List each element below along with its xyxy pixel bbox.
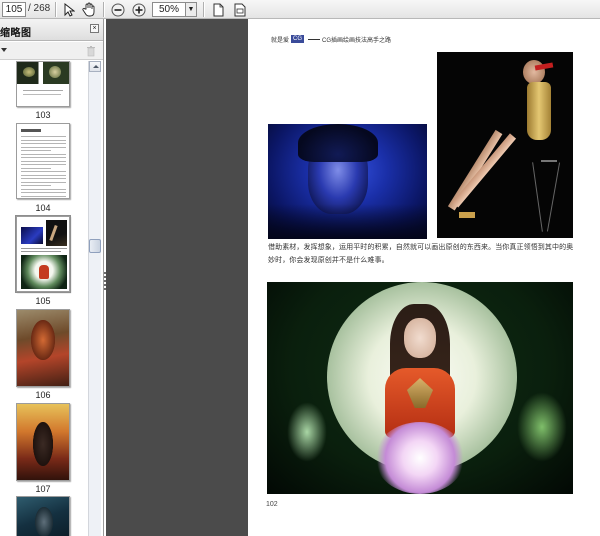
thumbnail-image (23, 67, 35, 77)
thumbnail-image (39, 265, 49, 279)
thumbnail-text-line (21, 146, 66, 148)
thumbnail-page-number: 105 (35, 296, 51, 306)
thumbnail-text-line (21, 178, 66, 179)
toolbar-divider (55, 2, 56, 17)
toolbar: 105 / 268 50% ▼ (0, 0, 600, 19)
fit-width-button[interactable] (232, 0, 248, 19)
thumbnail-text-line (21, 153, 66, 155)
page-thumbnail[interactable] (16, 309, 70, 387)
thumbnail-text-line (21, 192, 66, 193)
thumbnail-text-line (21, 181, 66, 183)
thumbnail-text-line (21, 139, 66, 141)
zoom-out-icon (111, 3, 125, 16)
thumbnail-text-line (21, 171, 66, 172)
thumbnail-image (21, 227, 43, 244)
page-thumbnail[interactable] (16, 496, 70, 536)
thumbnail-toolbar (0, 42, 103, 60)
page-number-input[interactable]: 105 (2, 2, 26, 17)
header-tag: CG (291, 35, 305, 43)
page-thumbnail-current[interactable] (15, 215, 71, 293)
thumbnail-heading (21, 129, 41, 132)
header-rule (308, 38, 321, 40)
zoom-out-button[interactable] (109, 0, 127, 19)
thumbnail-text-line (21, 160, 66, 162)
thumbnail-text-line (21, 174, 66, 176)
hand-tool-button[interactable] (80, 0, 98, 19)
thumbnail-text-line (21, 251, 61, 252)
toolbar-divider (203, 2, 204, 17)
options-menu-icon[interactable] (1, 48, 7, 52)
zoom-in-icon (132, 3, 146, 16)
page-running-header: 就是爱 CG CG插画绘画技法高手之路 (271, 34, 411, 44)
thumbnail-text-line (21, 164, 66, 165)
thumbnail-image (46, 220, 67, 246)
zoom-level-input[interactable]: 50% (152, 2, 186, 17)
thumbnail-text-line (21, 150, 51, 151)
gold-dress-photo (437, 52, 573, 238)
trash-icon[interactable] (86, 45, 96, 57)
panel-close-icon[interactable]: × (90, 24, 99, 33)
thumbnail-text-line (23, 94, 61, 95)
thumbnail-image (31, 320, 55, 360)
thumbnail-page-number: 107 (35, 484, 51, 494)
thumbnail-text-line (21, 157, 66, 158)
page-total: / 268 (28, 3, 51, 14)
thumbnail-text-line (21, 143, 66, 144)
blue-portrait-illustration (268, 124, 427, 239)
thumbnail-text-line (21, 136, 66, 137)
fit-page-button[interactable] (210, 0, 226, 19)
body-paragraph: 借助素材，发挥想象，运用平时的积累，自然就可以画出原创的东西来。当你真正领悟到其… (268, 243, 574, 264)
thumbnail-page-number: 104 (35, 203, 51, 213)
select-tool-button[interactable] (60, 0, 77, 19)
page-thumbnail[interactable] (16, 123, 70, 199)
thumbnail-text-line (21, 248, 67, 249)
thumbnail-text-line (21, 188, 66, 190)
thumbnail-text-line (21, 195, 66, 197)
header-right-text: CG插画绘画技法高手之路 (322, 37, 392, 44)
page-number: 102 (266, 501, 278, 508)
thumbnail-panel-title: 缩略图 (0, 28, 32, 39)
scroll-up-icon[interactable] (89, 61, 101, 72)
thumbnail-page-number: 103 (35, 110, 51, 120)
hand-icon (82, 2, 95, 17)
thumbnail-text-line (21, 167, 51, 169)
thumbnail-page-number: 106 (35, 390, 51, 400)
zoom-in-button[interactable] (130, 0, 148, 19)
page-thumbnail[interactable] (16, 403, 70, 481)
fit-width-icon (234, 3, 246, 16)
thumbnail-text-line (23, 90, 63, 91)
thumbnail-panel: 缩略图 × 103 104 105 106 107 (0, 19, 104, 536)
scrollbar-thumb[interactable] (89, 239, 101, 253)
fantasy-girl-illustration (267, 282, 573, 494)
zoom-dropdown-icon[interactable]: ▼ (186, 2, 197, 17)
thumbnail-text-line (21, 185, 51, 186)
thumbnail-image (33, 422, 53, 466)
thumbnail-scrollbar[interactable] (88, 61, 101, 536)
thumbnail-image (35, 507, 53, 536)
header-left-text: 就是爱 (271, 37, 290, 44)
page-thumbnail[interactable] (16, 61, 70, 107)
fit-page-icon (213, 3, 223, 16)
select-arrow-icon (64, 2, 75, 17)
toolbar-divider (103, 2, 104, 17)
thumbnail-image (49, 66, 61, 78)
thumbnail-panel-header: 缩略图 × (0, 19, 103, 41)
